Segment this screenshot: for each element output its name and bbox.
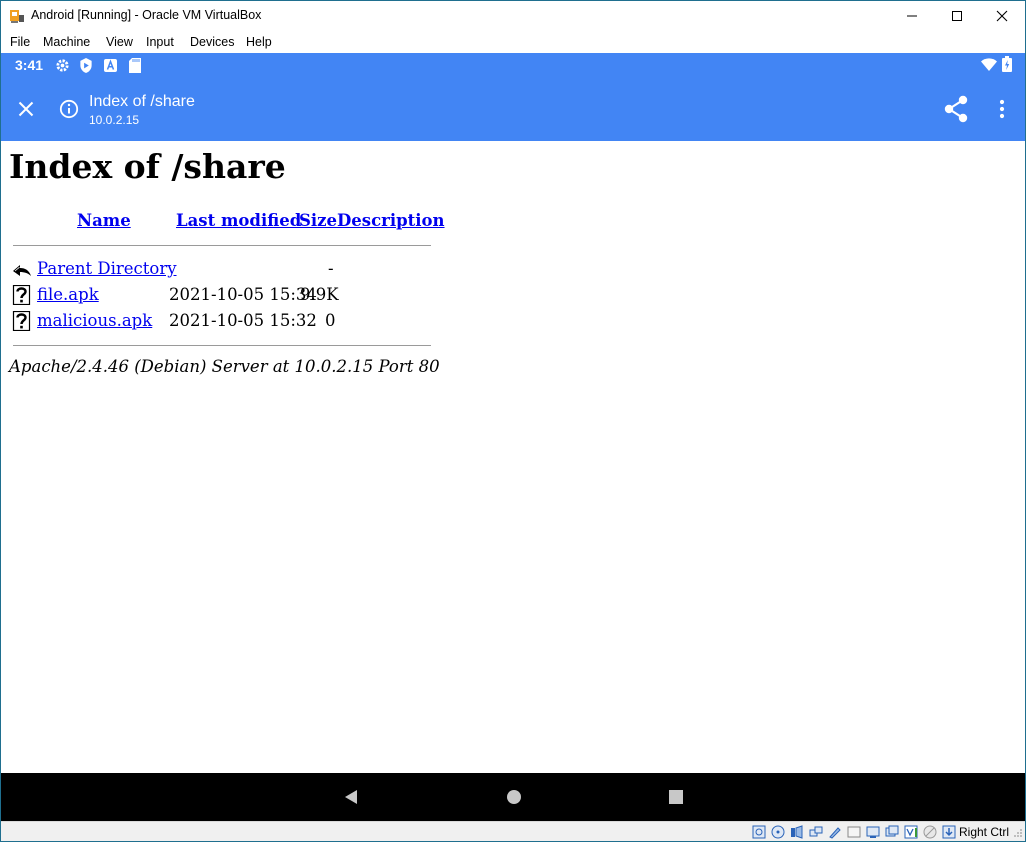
file-size: 0 [325, 311, 336, 330]
maximize-icon [952, 11, 962, 21]
custom-tab-toolbar: Index of /share 10.0.2.15 [1, 77, 1025, 141]
close-tab-button[interactable] [18, 101, 34, 117]
toolbar-url: 10.0.2.15 [89, 113, 140, 127]
audio-icon[interactable] [790, 825, 804, 839]
file-size: 9.9K [300, 285, 339, 304]
font-a-icon [104, 59, 117, 72]
divider [13, 245, 431, 246]
settings-icon [56, 59, 69, 72]
android-navigation-bar [1, 773, 1025, 821]
page-heading: Index of /share [9, 147, 286, 186]
toolbar-title: Index of /share [89, 93, 195, 110]
menu-help[interactable]: Help [246, 35, 272, 49]
menu-machine[interactable]: Machine [43, 35, 90, 49]
recording-icon[interactable] [885, 825, 899, 839]
mouse-integration-icon[interactable] [923, 825, 937, 839]
share-icon[interactable] [943, 95, 969, 123]
wifi-icon [981, 58, 997, 71]
battery-charging-icon [1002, 56, 1012, 72]
host-key-label: Right Ctrl [959, 825, 1010, 839]
shared-folders-icon[interactable] [847, 825, 861, 839]
file-link-file-apk[interactable]: file.apk [37, 285, 99, 304]
virtualization-icon[interactable] [904, 825, 918, 839]
usb-icon[interactable] [828, 825, 842, 839]
menu-devices[interactable]: Devices [190, 35, 234, 49]
virtualbox-window: Android [Running] - Oracle VM VirtualBox… [0, 0, 1026, 842]
more-options-icon[interactable] [999, 99, 1005, 119]
parent-directory-size: - [328, 259, 334, 278]
file-modified: 2021-10-05 15:32 [169, 311, 317, 330]
home-button[interactable] [506, 789, 522, 805]
file-link-malicious-apk[interactable]: malicious.apk [37, 311, 152, 330]
host-key-icon[interactable] [942, 825, 956, 839]
virtualbox-status-bar: Right Ctrl [1, 821, 1025, 841]
sort-by-description-link[interactable]: Description [337, 211, 445, 230]
hard-disk-icon[interactable] [752, 825, 766, 839]
info-icon[interactable] [59, 99, 79, 119]
sort-by-last-modified-link[interactable]: Last modified [176, 211, 301, 230]
menu-input[interactable]: Input [146, 35, 174, 49]
file-modified: 2021-10-05 15:34 [169, 285, 317, 304]
display-icon[interactable] [866, 825, 880, 839]
unknown-file-icon [12, 285, 31, 305]
menu-file[interactable]: File [10, 35, 30, 49]
close-icon [996, 10, 1008, 22]
optical-drive-icon[interactable] [771, 825, 785, 839]
virtualbox-app-icon [10, 10, 24, 23]
clock: 3:41 [15, 57, 44, 73]
close-window-button[interactable] [979, 1, 1025, 31]
title-bar: Android [Running] - Oracle VM VirtualBox [1, 1, 1025, 31]
play-protect-icon [80, 58, 92, 73]
menu-view[interactable]: View [106, 35, 133, 49]
sort-by-size-link[interactable]: Size [299, 211, 337, 230]
window-title: Android [Running] - Oracle VM VirtualBox [31, 8, 262, 22]
sd-card-icon [129, 58, 141, 73]
sort-by-name-link[interactable]: Name [77, 211, 131, 230]
menu-bar: File Machine View Input Devices Help [1, 31, 1025, 53]
divider [13, 345, 431, 346]
parent-directory-link[interactable]: Parent Directory [37, 259, 177, 278]
unknown-file-icon [12, 311, 31, 331]
recents-button[interactable] [668, 789, 684, 805]
back-button[interactable] [343, 789, 359, 805]
back-arrow-icon [13, 265, 31, 276]
server-signature: Apache/2.4.46 (Debian) Server at 10.0.2.… [9, 357, 440, 376]
web-content: Index of /share Name Last modified Size … [1, 141, 1025, 773]
minimize-button[interactable] [889, 1, 935, 31]
resize-grip-icon[interactable] [1013, 828, 1023, 838]
maximize-button[interactable] [934, 1, 980, 31]
network-icon[interactable] [809, 825, 823, 839]
android-status-bar: 3:41 [1, 53, 1025, 77]
minimize-icon [907, 15, 917, 17]
